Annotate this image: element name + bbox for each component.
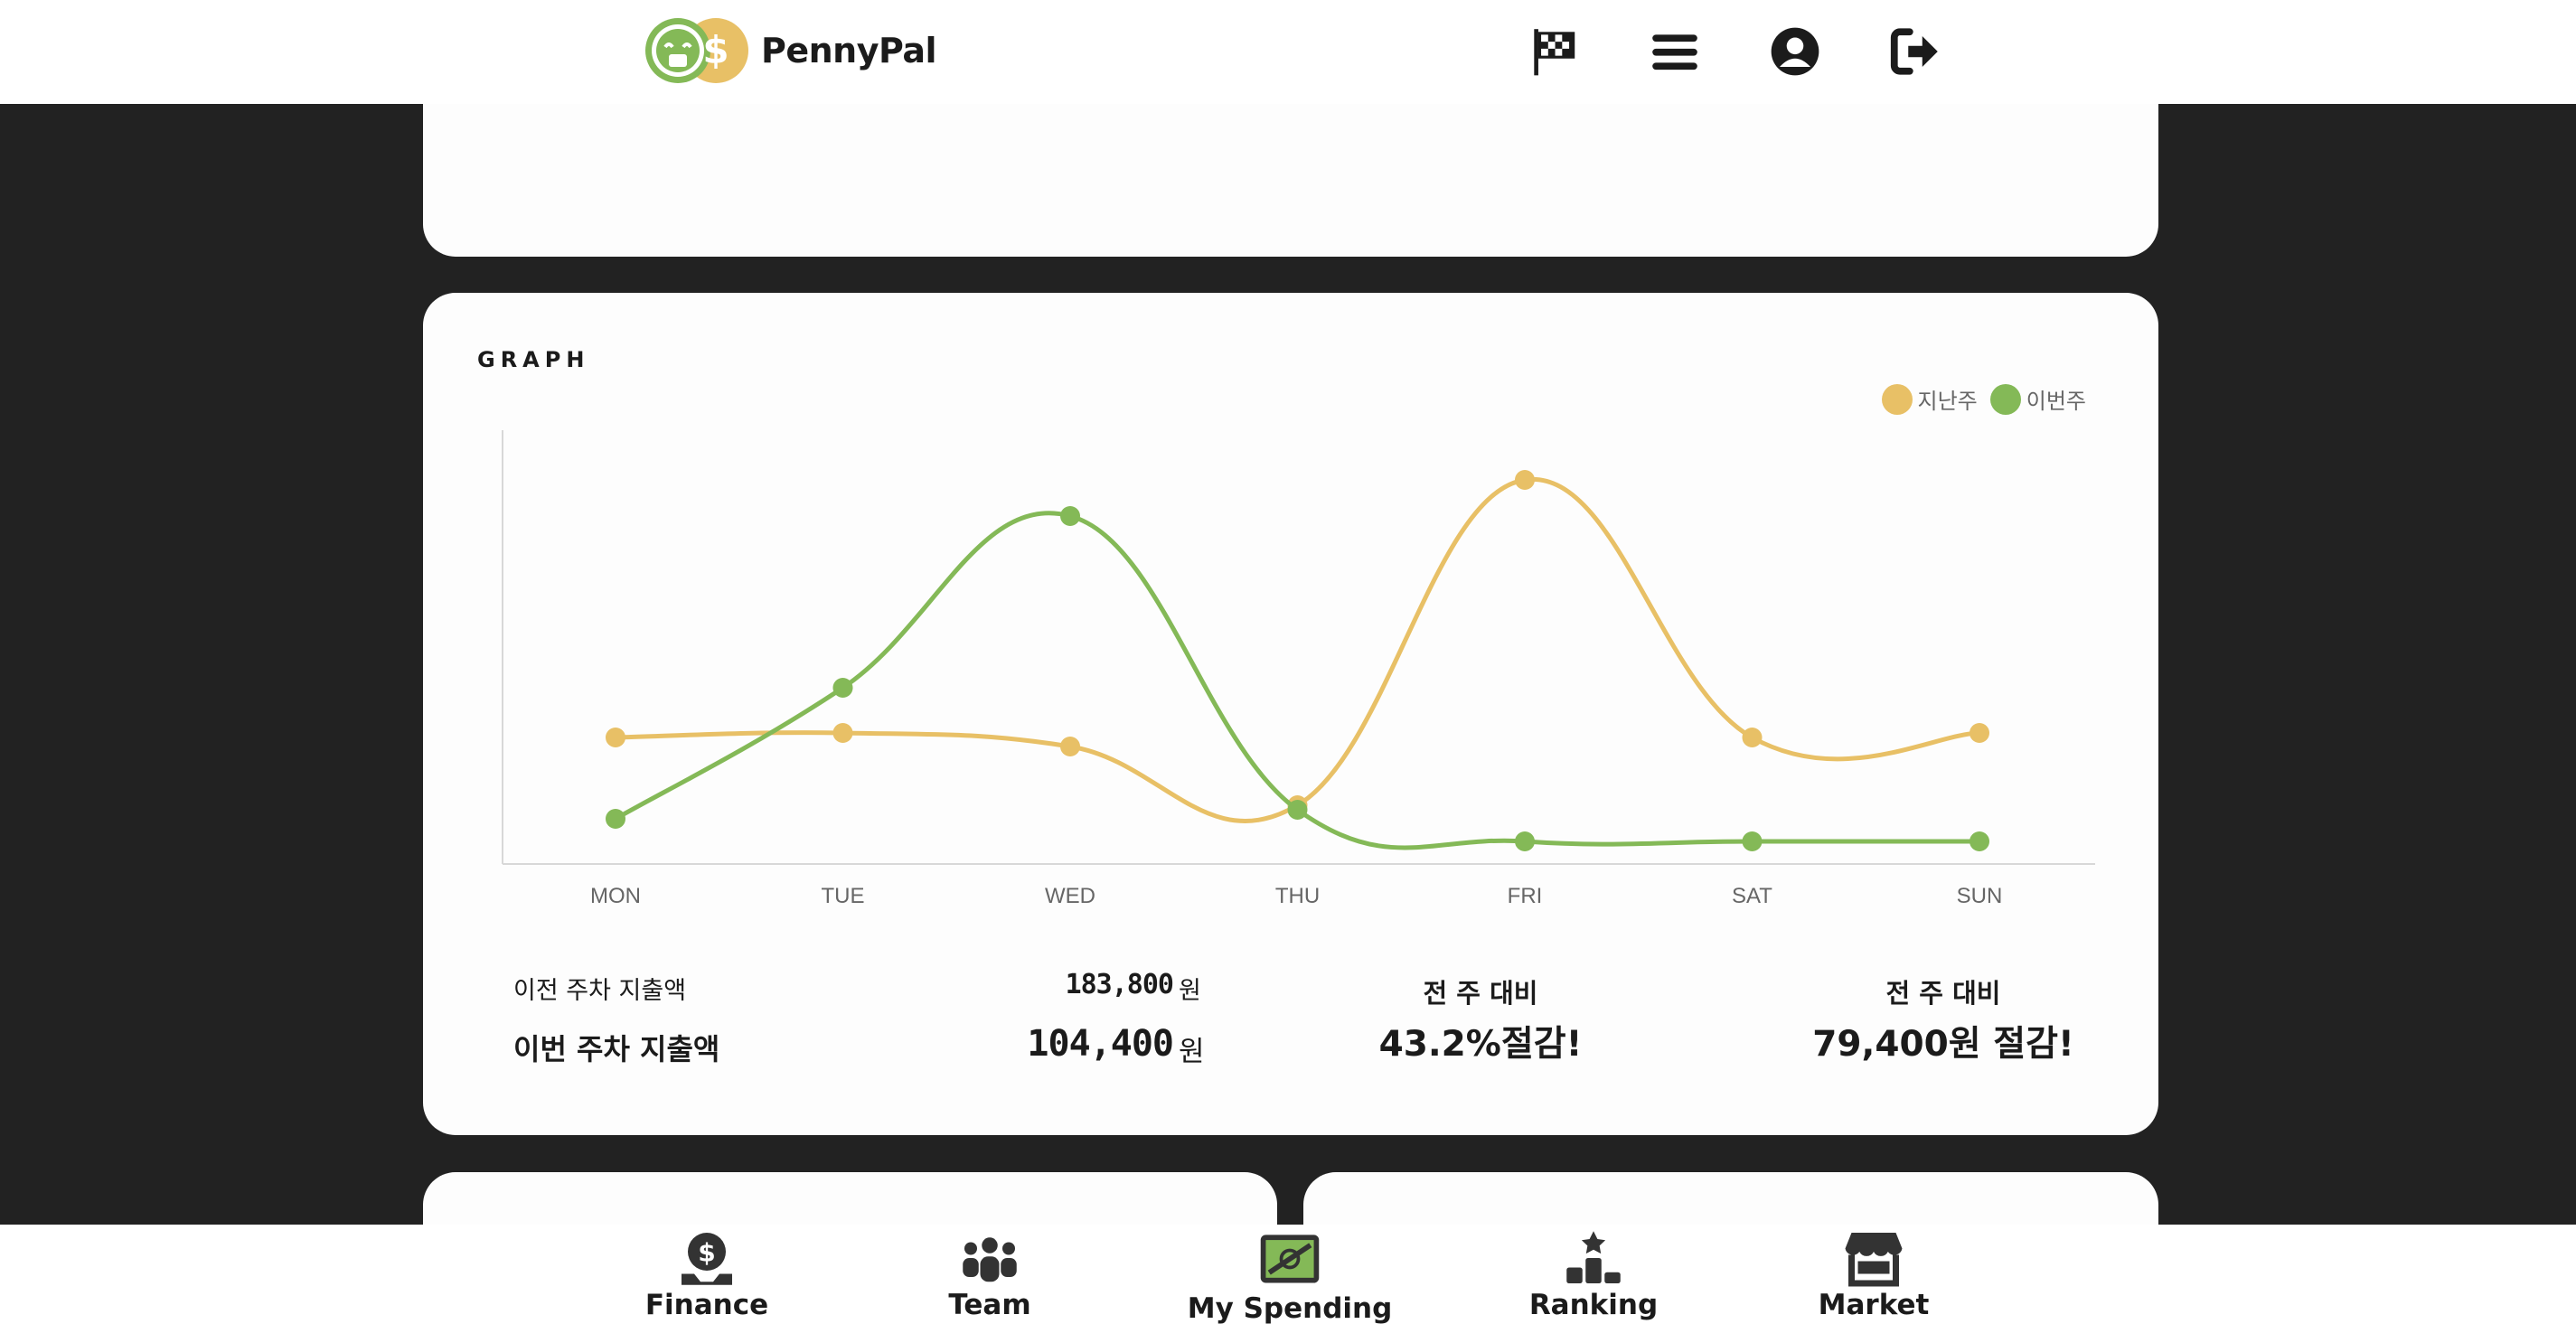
svg-text:$: $	[702, 28, 729, 72]
x-tick-label: THU	[1275, 884, 1320, 908]
podium-icon	[1566, 1231, 1621, 1283]
prev-week-spending-unit: 원	[1179, 977, 1201, 1005]
compare-percent-heading: 전 주 대비	[1423, 978, 1538, 1009]
prev-week-spending-value: 183,800	[1065, 969, 1174, 1000]
compare-amount-value: 79,400원 절감!	[1812, 1024, 2074, 1065]
nav-market[interactable]: Market	[1813, 1225, 1934, 1324]
dollar-coin-icon: $	[682, 1232, 732, 1285]
user-circle-icon[interactable]	[1767, 23, 1823, 80]
compare-percent-value: 43.2%절감!	[1378, 1024, 1583, 1065]
nav-team[interactable]: Team	[931, 1225, 1048, 1324]
prev-week-spending-label: 이전 주차 지출액	[513, 977, 687, 1005]
this-week-spending-value: 104,400	[1027, 1023, 1174, 1065]
nav-ranking-label: Ranking	[1528, 1288, 1659, 1321]
nav-finance-label: Finance	[644, 1288, 769, 1321]
x-tick-label: SUN	[1957, 884, 2003, 908]
nav-ranking[interactable]: Ranking	[1528, 1225, 1659, 1324]
x-tick-label: FRI	[1508, 884, 1543, 908]
data-point-this-week-mon[interactable]	[606, 809, 625, 829]
data-point-this-week-sun[interactable]	[1970, 831, 1989, 851]
series-line-last-week	[615, 477, 1980, 823]
data-point-this-week-wed[interactable]	[1060, 506, 1080, 526]
flag-checkered-icon[interactable]	[1526, 23, 1582, 80]
data-point-last-week-sun[interactable]	[1970, 723, 1989, 743]
nav-finance[interactable]: $ Finance	[644, 1225, 770, 1324]
logout-icon[interactable]	[1887, 23, 1943, 80]
data-point-last-week-fri[interactable]	[1515, 470, 1535, 490]
svg-text:$: $	[698, 1237, 715, 1267]
data-point-last-week-sat[interactable]	[1742, 728, 1763, 747]
data-point-this-week-fri[interactable]	[1515, 831, 1535, 851]
x-tick-label: WED	[1045, 884, 1095, 908]
compare-amount-heading: 전 주 대비	[1885, 978, 2001, 1009]
top-header: $ PennyPal	[0, 0, 2576, 104]
nav-my-spending[interactable]: My Spending	[1188, 1225, 1392, 1324]
money-icon	[1260, 1235, 1320, 1283]
x-tick-label: TUE	[822, 884, 865, 908]
team-icon	[963, 1237, 1017, 1282]
this-week-spending-label: 이번 주차 지출액	[513, 1032, 720, 1066]
data-point-this-week-sat[interactable]	[1742, 831, 1763, 851]
brand-name: PennyPal	[761, 31, 937, 70]
graph-card: GRAPH 지난주 이번주 MON TUE WED THU FRI SAT SUN 이전 주…	[423, 293, 2158, 1135]
brand-logo[interactable]: $ PennyPal	[644, 16, 937, 85]
x-tick-label: MON	[590, 884, 641, 908]
data-point-last-week-tue[interactable]	[832, 723, 853, 743]
store-icon	[1845, 1232, 1903, 1287]
data-point-last-week-wed[interactable]	[1060, 737, 1080, 756]
nav-market-label: Market	[1818, 1288, 1930, 1321]
data-point-this-week-thu[interactable]	[1287, 800, 1308, 820]
logo-icon: $	[645, 18, 748, 83]
data-point-this-week-tue[interactable]	[832, 678, 853, 698]
menu-icon[interactable]	[1647, 23, 1703, 80]
nav-my-spending-label: My Spending	[1187, 1291, 1393, 1324]
x-tick-label: SAT	[1732, 884, 1772, 908]
bottom-nav: $ Finance Team My Spending Ranking Marke…	[0, 1225, 2576, 1324]
data-point-last-week-mon[interactable]	[606, 728, 625, 747]
line-chart: MON TUE WED THU FRI SAT SUN	[502, 430, 2095, 908]
this-week-spending-unit: 원	[1179, 1036, 1205, 1068]
nav-team-label: Team	[948, 1288, 1031, 1321]
